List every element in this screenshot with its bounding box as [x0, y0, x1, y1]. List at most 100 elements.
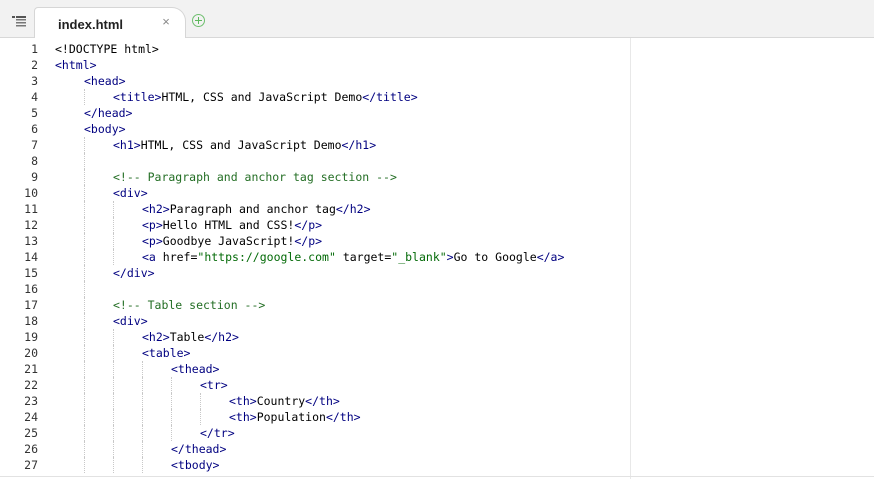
code-token: </p> [294, 218, 323, 232]
line-number: 11 [24, 202, 38, 216]
indent-guide [200, 393, 201, 409]
code-token: <!-- Table section --> [113, 298, 266, 312]
indent-guide [171, 377, 172, 393]
indent-guide [171, 425, 172, 441]
code-editor[interactable]: 1 <!DOCTYPE html> 2 <html> 3 <head> 4 <title>HT… [0, 38, 874, 479]
indent-guide [84, 169, 85, 185]
indent-guide [84, 217, 85, 233]
indent-guide [84, 457, 85, 473]
code-token: target= [335, 250, 392, 264]
code-text: <th>Population</th> [229, 409, 361, 425]
code-text: <h1>HTML, CSS and JavaScript Demo</h1> [113, 137, 376, 153]
code-token: <p> [142, 234, 163, 248]
code-token: </head> [84, 106, 133, 120]
code-text: <tbody> [171, 457, 219, 473]
code-token: </tr> [200, 426, 235, 440]
editor-bottom-border [0, 476, 874, 477]
plus-circle-icon[interactable] [192, 14, 205, 27]
code-text: <th>Country</th> [229, 393, 340, 409]
indent-guide [84, 249, 85, 265]
line-number: 2 [31, 58, 38, 72]
code-token: HTML, CSS and JavaScript Demo [161, 90, 363, 104]
line-number: 26 [24, 442, 38, 456]
code-text: </thead> [171, 441, 226, 457]
indent-guide [84, 137, 85, 153]
line-number: 6 [31, 122, 38, 136]
indent-guide [84, 361, 85, 377]
indent-guide [171, 393, 172, 409]
code-token: <tr> [200, 378, 228, 392]
line-number: 14 [24, 250, 38, 264]
indent-guide [84, 201, 85, 217]
code-token: Population [256, 410, 326, 424]
tab-bar: index.html × [0, 0, 874, 39]
code-token: </th> [325, 410, 361, 424]
indent-guide [113, 393, 114, 409]
line-number: 10 [24, 186, 38, 200]
code-token: <h2> [142, 202, 170, 216]
code-text: <!-- Table section --> [113, 297, 265, 313]
code-token: <head> [84, 74, 126, 88]
code-token: href= [162, 250, 198, 264]
indent-guide [84, 329, 85, 345]
line-number: 8 [31, 154, 38, 168]
line-number: 4 [31, 90, 38, 104]
code-token: <th> [229, 394, 257, 408]
line-number: 7 [31, 138, 38, 152]
line-number: 17 [24, 298, 38, 312]
line-number: 25 [24, 426, 38, 440]
line-number: 21 [24, 362, 38, 376]
line-number: 9 [31, 170, 38, 184]
code-text: <a href="https://google.com" target="_bl… [142, 249, 564, 265]
line-number: 16 [24, 282, 38, 296]
line-number: 19 [24, 330, 38, 344]
indent-guide [84, 441, 85, 457]
code-token: </p> [294, 234, 323, 248]
indent-guide [84, 393, 85, 409]
code-text: <!DOCTYPE html> [55, 41, 159, 57]
code-token: > [446, 250, 454, 264]
tab-index-html[interactable]: index.html × [34, 7, 186, 39]
line-number: 24 [24, 410, 38, 424]
indent-guide [142, 361, 143, 377]
hamburger-list-icon[interactable] [12, 14, 26, 27]
line-number: 20 [24, 346, 38, 360]
indent-guide [84, 233, 85, 249]
code-token: <tbody> [171, 458, 220, 472]
print-margin-line [630, 38, 631, 479]
indent-guide [113, 345, 114, 361]
indent-guide [113, 457, 114, 473]
indent-guide [113, 249, 114, 265]
code-text: </head> [84, 105, 132, 121]
code-token: "_blank" [391, 250, 447, 264]
code-token: </div> [113, 266, 155, 280]
indent-guide [142, 457, 143, 473]
code-token: <p> [142, 218, 163, 232]
code-token: </a> [536, 250, 565, 264]
line-number: 23 [24, 394, 38, 408]
indent-guide [84, 281, 85, 297]
code-text: <p>Goodbye JavaScript!</p> [142, 233, 322, 249]
code-text: <div> [113, 313, 148, 329]
indent-guide [113, 329, 114, 345]
indent-guide [84, 409, 85, 425]
code-token: Go to Google [453, 250, 537, 264]
indent-guide [142, 425, 143, 441]
indent-guide [200, 409, 201, 425]
code-text: <h2>Table</h2> [142, 329, 239, 345]
line-number: 18 [24, 314, 38, 328]
indent-guide [142, 409, 143, 425]
indent-guide [113, 233, 114, 249]
close-icon[interactable]: × [159, 14, 173, 30]
code-token: HTML, CSS and JavaScript Demo [140, 138, 342, 152]
code-text: </div> [113, 265, 155, 281]
code-token: Paragraph and anchor tag [169, 202, 336, 216]
code-token: <!DOCTYPE html> [55, 42, 159, 56]
code-token: </th> [305, 394, 340, 408]
code-token: Table [169, 330, 205, 344]
line-number: 13 [24, 234, 38, 248]
code-text: <thead> [171, 361, 219, 377]
code-token: </thead> [171, 442, 227, 456]
code-text: <div> [113, 185, 148, 201]
code-token: <!-- Paragraph and anchor tag section --… [113, 170, 397, 184]
